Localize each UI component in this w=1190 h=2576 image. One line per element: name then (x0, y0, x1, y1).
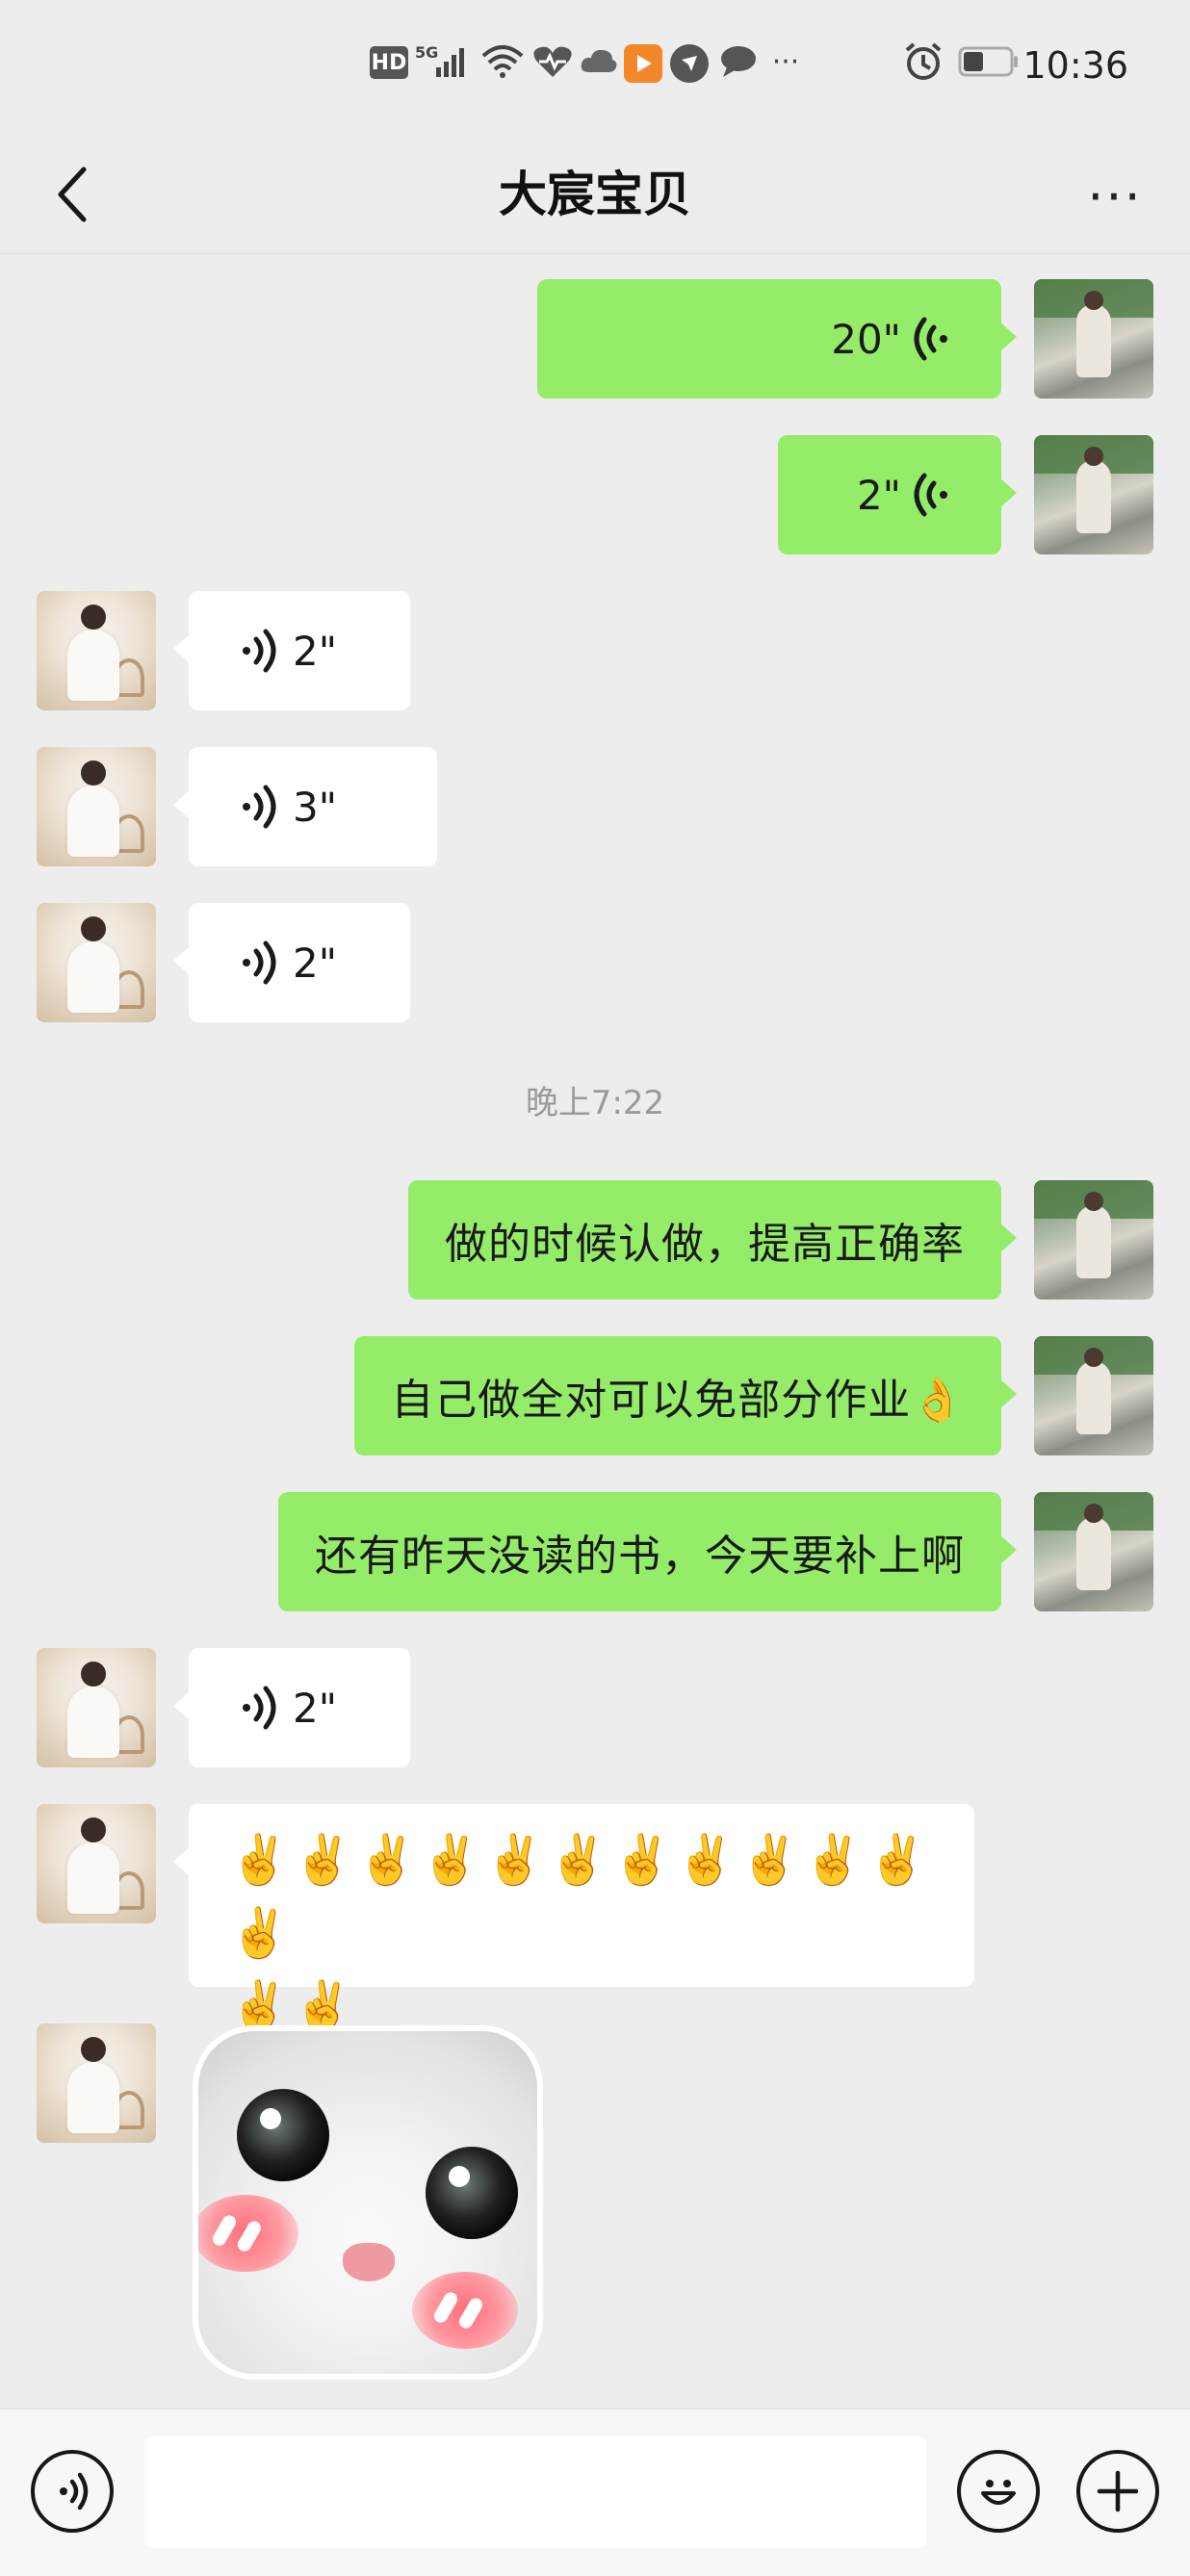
emoji-message[interactable]: ✌️✌️✌️✌️✌️✌️✌️✌️✌️✌️✌️✌️ ✌️✌️ (173, 1804, 974, 2034)
cat-eye (237, 2089, 329, 2181)
voice-input-button[interactable] (31, 2450, 114, 2533)
contact-avatar[interactable] (37, 903, 156, 1022)
voice-play-icon (243, 940, 276, 985)
voice-mode-icon (60, 2472, 89, 2511)
voice-duration: 20" (831, 315, 901, 363)
plus-icon (1097, 2470, 1139, 2512)
my-avatar[interactable] (1034, 279, 1153, 399)
cat-eye (426, 2147, 518, 2239)
clock: 10:36 (1022, 44, 1128, 87)
voice-message[interactable]: 3" (173, 747, 437, 866)
voice-play-icon (243, 1686, 276, 1730)
chat-header: 大宸宝贝 ··· (0, 135, 1190, 254)
wifi-icon (479, 40, 526, 83)
emoji-line: ✌️✌️✌️✌️✌️✌️✌️✌️✌️✌️✌️✌️ (229, 1832, 931, 1961)
voice-duration: 2" (856, 471, 901, 519)
voice-message[interactable]: 2" (173, 1648, 410, 1767)
signal-5g-icon: 5G (414, 40, 474, 83)
contact-avatar[interactable] (37, 1648, 156, 1767)
contact-avatar[interactable] (37, 1804, 156, 1923)
video-app-icon (624, 44, 662, 83)
voice-duration: 2" (293, 939, 338, 987)
hd-icon: HD (370, 46, 408, 79)
voice-message[interactable]: 2" (173, 903, 410, 1022)
message-text: 还有昨天没读的书，今天要补上啊 (315, 1532, 965, 1581)
input-bar (0, 2409, 1190, 2576)
fiveg-label: 5G (415, 43, 438, 62)
my-avatar[interactable] (1034, 435, 1153, 554)
app-icon (670, 44, 709, 83)
my-avatar[interactable] (1034, 1336, 1153, 1455)
smiley-icon (981, 2480, 1016, 2505)
voice-play-icon (914, 317, 947, 361)
voice-message[interactable]: 20" (537, 279, 1017, 399)
my-avatar[interactable] (1034, 1180, 1153, 1300)
contact-avatar[interactable] (37, 591, 156, 710)
chat-title: 大宸宝贝 (499, 167, 691, 222)
voice-message[interactable]: 2" (778, 435, 1017, 554)
more-options-button[interactable]: ··· (1076, 167, 1153, 227)
message-timestamp: 晚上7:22 (525, 1084, 665, 1122)
message-text: 自己做全对可以免部分作业👌 (391, 1376, 965, 1425)
voice-play-icon (243, 629, 276, 673)
message-icon (718, 40, 759, 83)
emoji-content: ✌️✌️✌️✌️✌️✌️✌️✌️✌️✌️✌️✌️ ✌️✌️ (189, 1804, 974, 2062)
text-message[interactable]: 还有昨天没读的书，今天要补上啊 (278, 1492, 1017, 1611)
emoji-button[interactable] (957, 2450, 1040, 2533)
status-bar: HD 5G ··· 10:36 (0, 0, 1190, 135)
message-input[interactable] (144, 2436, 926, 2548)
voice-duration: 2" (293, 627, 338, 675)
more-dots: ··· (771, 44, 800, 79)
voice-duration: 2" (293, 1684, 338, 1732)
voice-play-icon (914, 473, 947, 517)
text-message[interactable]: 做的时候认做，提高正确率 (408, 1180, 1017, 1300)
battery-icon (957, 40, 1021, 83)
contact-avatar[interactable] (37, 747, 156, 866)
text-message[interactable]: 自己做全对可以免部分作业👌 (354, 1336, 1017, 1455)
alarm-icon (901, 40, 945, 83)
more-functions-button[interactable] (1076, 2450, 1159, 2533)
health-icon (531, 40, 574, 83)
my-avatar[interactable] (1034, 1492, 1153, 1611)
voice-duration: 3" (293, 783, 338, 831)
blushing-cat-sticker[interactable] (193, 2025, 543, 2380)
contact-avatar[interactable] (37, 2023, 156, 2143)
voice-message[interactable]: 2" (173, 591, 410, 710)
voice-play-icon (243, 785, 276, 829)
cat-nose (343, 2243, 395, 2281)
cloud-icon (580, 40, 618, 83)
message-text: 做的时候认做，提高正确率 (445, 1220, 965, 1269)
